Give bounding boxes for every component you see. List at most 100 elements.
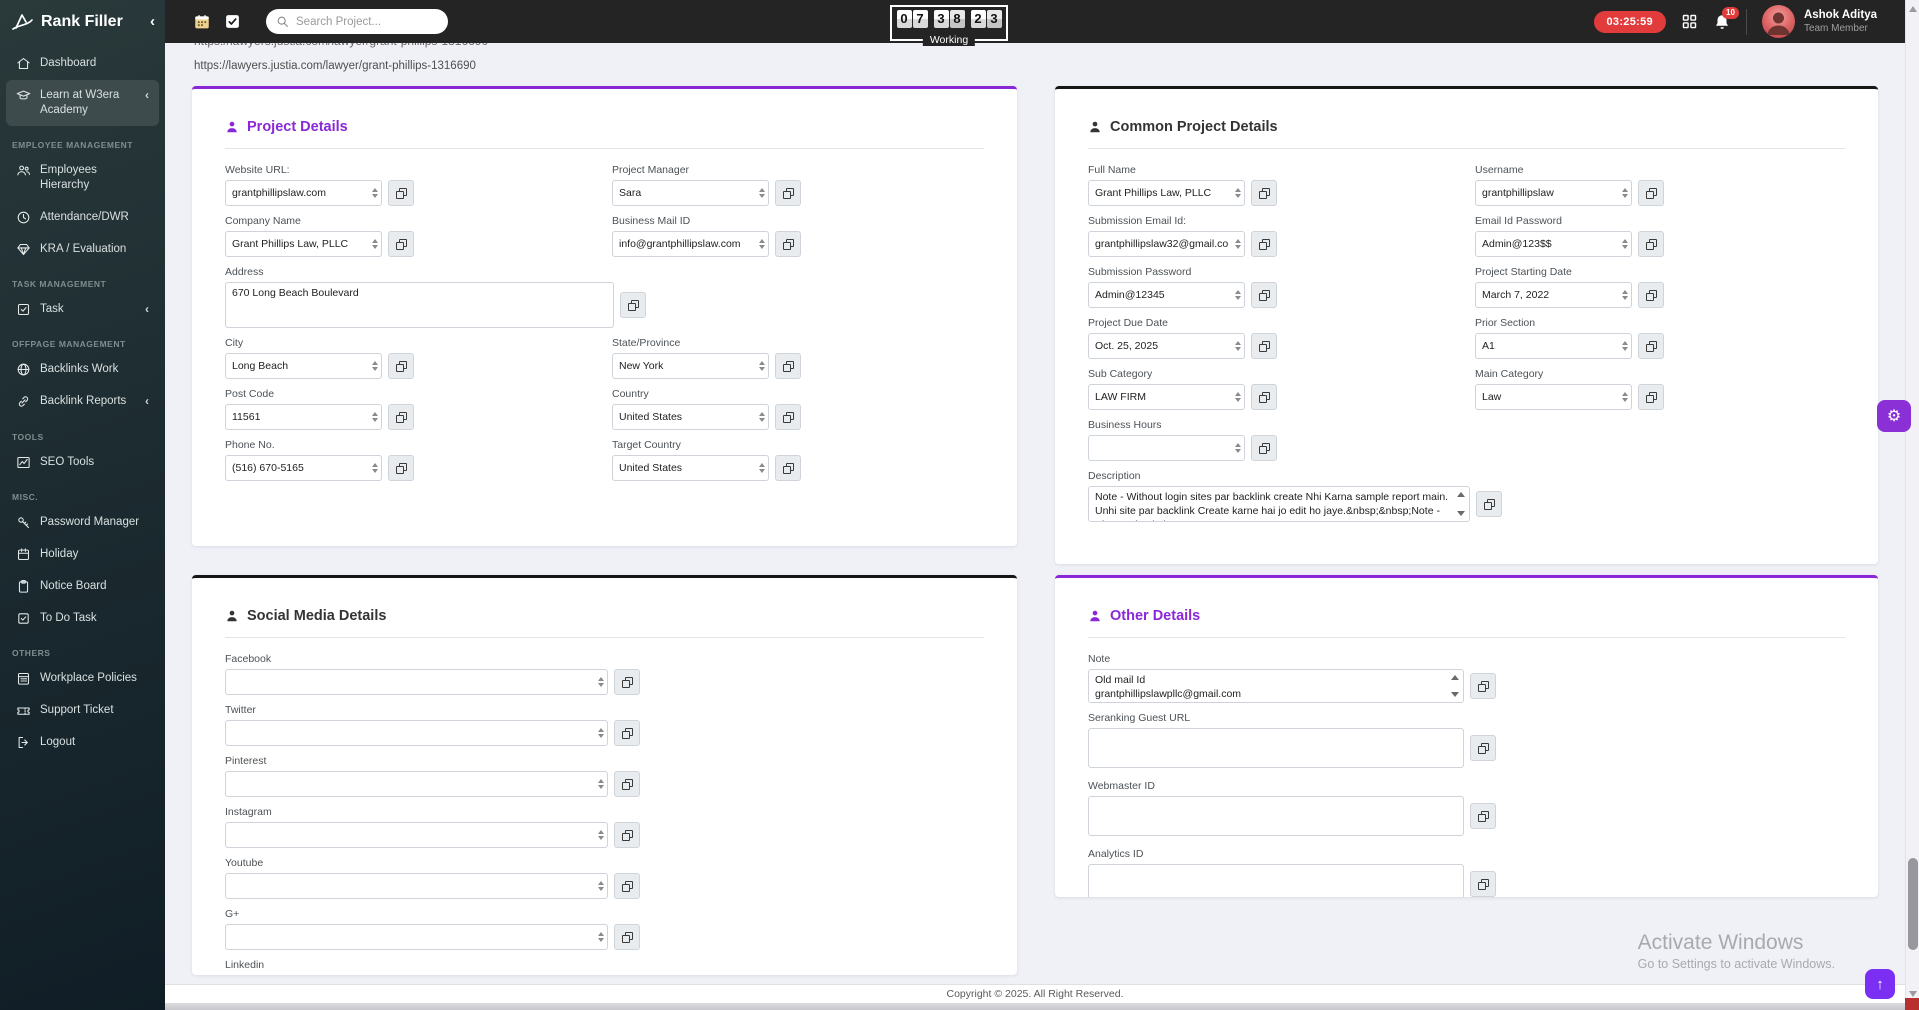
- scroll-up-icon[interactable]: [1451, 675, 1459, 680]
- sidebar-item-kra-evaluation[interactable]: KRA / Evaluation: [6, 234, 159, 265]
- sidebar-item-learn-academy[interactable]: Learn at W3era Academy ‹: [6, 80, 159, 126]
- sidebar-item-employees-hierarchy[interactable]: Employees Hierarchy: [6, 155, 159, 201]
- spinner-icon[interactable]: [1235, 341, 1241, 351]
- copy-button[interactable]: [1476, 491, 1502, 517]
- scroll-to-top-button[interactable]: ↑: [1865, 969, 1895, 999]
- copy-button[interactable]: [1638, 282, 1664, 308]
- apps-grid-icon[interactable]: [1681, 13, 1698, 30]
- spinner-icon[interactable]: [759, 188, 765, 198]
- spinner-icon[interactable]: [759, 412, 765, 422]
- settings-fab-gear-icon[interactable]: ⚙: [1877, 400, 1911, 432]
- company-name-input[interactable]: [225, 231, 382, 257]
- copy-button[interactable]: [1470, 871, 1496, 897]
- copy-button[interactable]: [1251, 231, 1277, 257]
- spinner-icon[interactable]: [372, 412, 378, 422]
- facebook-input[interactable]: [225, 669, 608, 695]
- spinner-icon[interactable]: [759, 361, 765, 371]
- sidebar-item-dashboard[interactable]: Dashboard: [6, 48, 159, 79]
- business-hours-input[interactable]: [1088, 435, 1245, 461]
- project-manager-input[interactable]: [612, 180, 769, 206]
- copy-button[interactable]: [388, 180, 414, 206]
- sidebar-item-to-do-task[interactable]: To Do Task: [6, 603, 159, 634]
- copy-button[interactable]: [1638, 180, 1664, 206]
- pinterest-input[interactable]: [225, 771, 608, 797]
- spinner-icon[interactable]: [598, 830, 604, 840]
- copy-button[interactable]: [775, 353, 801, 379]
- spinner-icon[interactable]: [1235, 290, 1241, 300]
- webmaster-id-textarea[interactable]: [1088, 796, 1464, 836]
- spinner-icon[interactable]: [372, 188, 378, 198]
- copy-button[interactable]: [388, 404, 414, 430]
- sidebar-item-logout[interactable]: Logout: [6, 727, 159, 758]
- copy-button[interactable]: [775, 455, 801, 481]
- spinner-icon[interactable]: [1622, 392, 1628, 402]
- copy-button[interactable]: [1251, 384, 1277, 410]
- target-country-input[interactable]: [612, 455, 769, 481]
- sidebar-item-notice-board[interactable]: Notice Board: [6, 571, 159, 602]
- instagram-input[interactable]: [225, 822, 608, 848]
- submission-password-input[interactable]: [1088, 282, 1245, 308]
- description-textarea[interactable]: Note - Without login sites par backlink …: [1088, 486, 1470, 522]
- copy-button[interactable]: [1470, 803, 1496, 829]
- copy-button[interactable]: [1251, 435, 1277, 461]
- youtube-input[interactable]: [225, 873, 608, 899]
- spinner-icon[interactable]: [598, 728, 604, 738]
- phone-input[interactable]: [225, 455, 382, 481]
- note-textarea[interactable]: Old mail Id grantphillipslawpllc@gmail.c…: [1088, 669, 1464, 703]
- checkbox-toolbar-icon[interactable]: [224, 13, 241, 30]
- copy-button[interactable]: [1638, 231, 1664, 257]
- calendar-toolbar-icon[interactable]: [193, 13, 211, 31]
- copy-button[interactable]: [614, 924, 640, 950]
- business-mail-input[interactable]: [612, 231, 769, 257]
- spinner-icon[interactable]: [1235, 239, 1241, 249]
- spinner-icon[interactable]: [598, 881, 604, 891]
- start-date-input[interactable]: [1475, 282, 1632, 308]
- state-input[interactable]: [612, 353, 769, 379]
- notifications-button[interactable]: 10: [1713, 6, 1739, 31]
- sidebar-item-backlinks-work[interactable]: Backlinks Work: [6, 354, 159, 385]
- copy-button[interactable]: [614, 822, 640, 848]
- copy-button[interactable]: [1251, 282, 1277, 308]
- address-textarea[interactable]: 670 Long Beach Boulevard: [225, 282, 614, 328]
- due-date-input[interactable]: [1088, 333, 1245, 359]
- prior-section-input[interactable]: [1475, 333, 1632, 359]
- copy-button[interactable]: [1470, 673, 1496, 699]
- seranking-guest-url-textarea[interactable]: [1088, 728, 1464, 768]
- copy-button[interactable]: [1638, 333, 1664, 359]
- scroll-down-icon[interactable]: [1457, 511, 1465, 516]
- spinner-icon[interactable]: [1622, 188, 1628, 198]
- full-name-input[interactable]: [1088, 180, 1245, 206]
- spinner-icon[interactable]: [1235, 188, 1241, 198]
- horizontal-scrollbar[interactable]: [0, 1003, 1905, 1010]
- copy-button[interactable]: [614, 873, 640, 899]
- sidebar-item-backlink-reports[interactable]: Backlink Reports ‹: [6, 386, 159, 418]
- copy-button[interactable]: [614, 771, 640, 797]
- copy-button[interactable]: [388, 353, 414, 379]
- spinner-icon[interactable]: [1235, 392, 1241, 402]
- sidebar-item-task[interactable]: Task ‹: [6, 294, 159, 326]
- spinner-icon[interactable]: [372, 463, 378, 473]
- search-bar[interactable]: [266, 9, 448, 34]
- sidebar-collapse-icon[interactable]: ‹: [150, 13, 155, 30]
- analytics-id-textarea[interactable]: [1088, 864, 1464, 897]
- sidebar-item-password-manager[interactable]: Password Manager: [6, 507, 159, 538]
- spinner-icon[interactable]: [372, 239, 378, 249]
- sidebar-item-support-ticket[interactable]: Support Ticket: [6, 695, 159, 726]
- gplus-input[interactable]: [225, 924, 608, 950]
- copy-button[interactable]: [775, 404, 801, 430]
- corner-widget[interactable]: [1905, 998, 1919, 1010]
- spinner-icon[interactable]: [1622, 290, 1628, 300]
- copy-button[interactable]: [1251, 180, 1277, 206]
- website-url-input[interactable]: [225, 180, 382, 206]
- copy-button[interactable]: [614, 720, 640, 746]
- spinner-icon[interactable]: [372, 361, 378, 371]
- sidebar-item-attendance-dwr[interactable]: Attendance/DWR: [6, 202, 159, 233]
- city-input[interactable]: [225, 353, 382, 379]
- username-input[interactable]: [1475, 180, 1632, 206]
- copy-button[interactable]: [614, 669, 640, 695]
- spinner-icon[interactable]: [598, 779, 604, 789]
- copy-button[interactable]: [1470, 735, 1496, 761]
- twitter-input[interactable]: [225, 720, 608, 746]
- copy-button[interactable]: [388, 455, 414, 481]
- scrollbar-thumb[interactable]: [1908, 858, 1918, 950]
